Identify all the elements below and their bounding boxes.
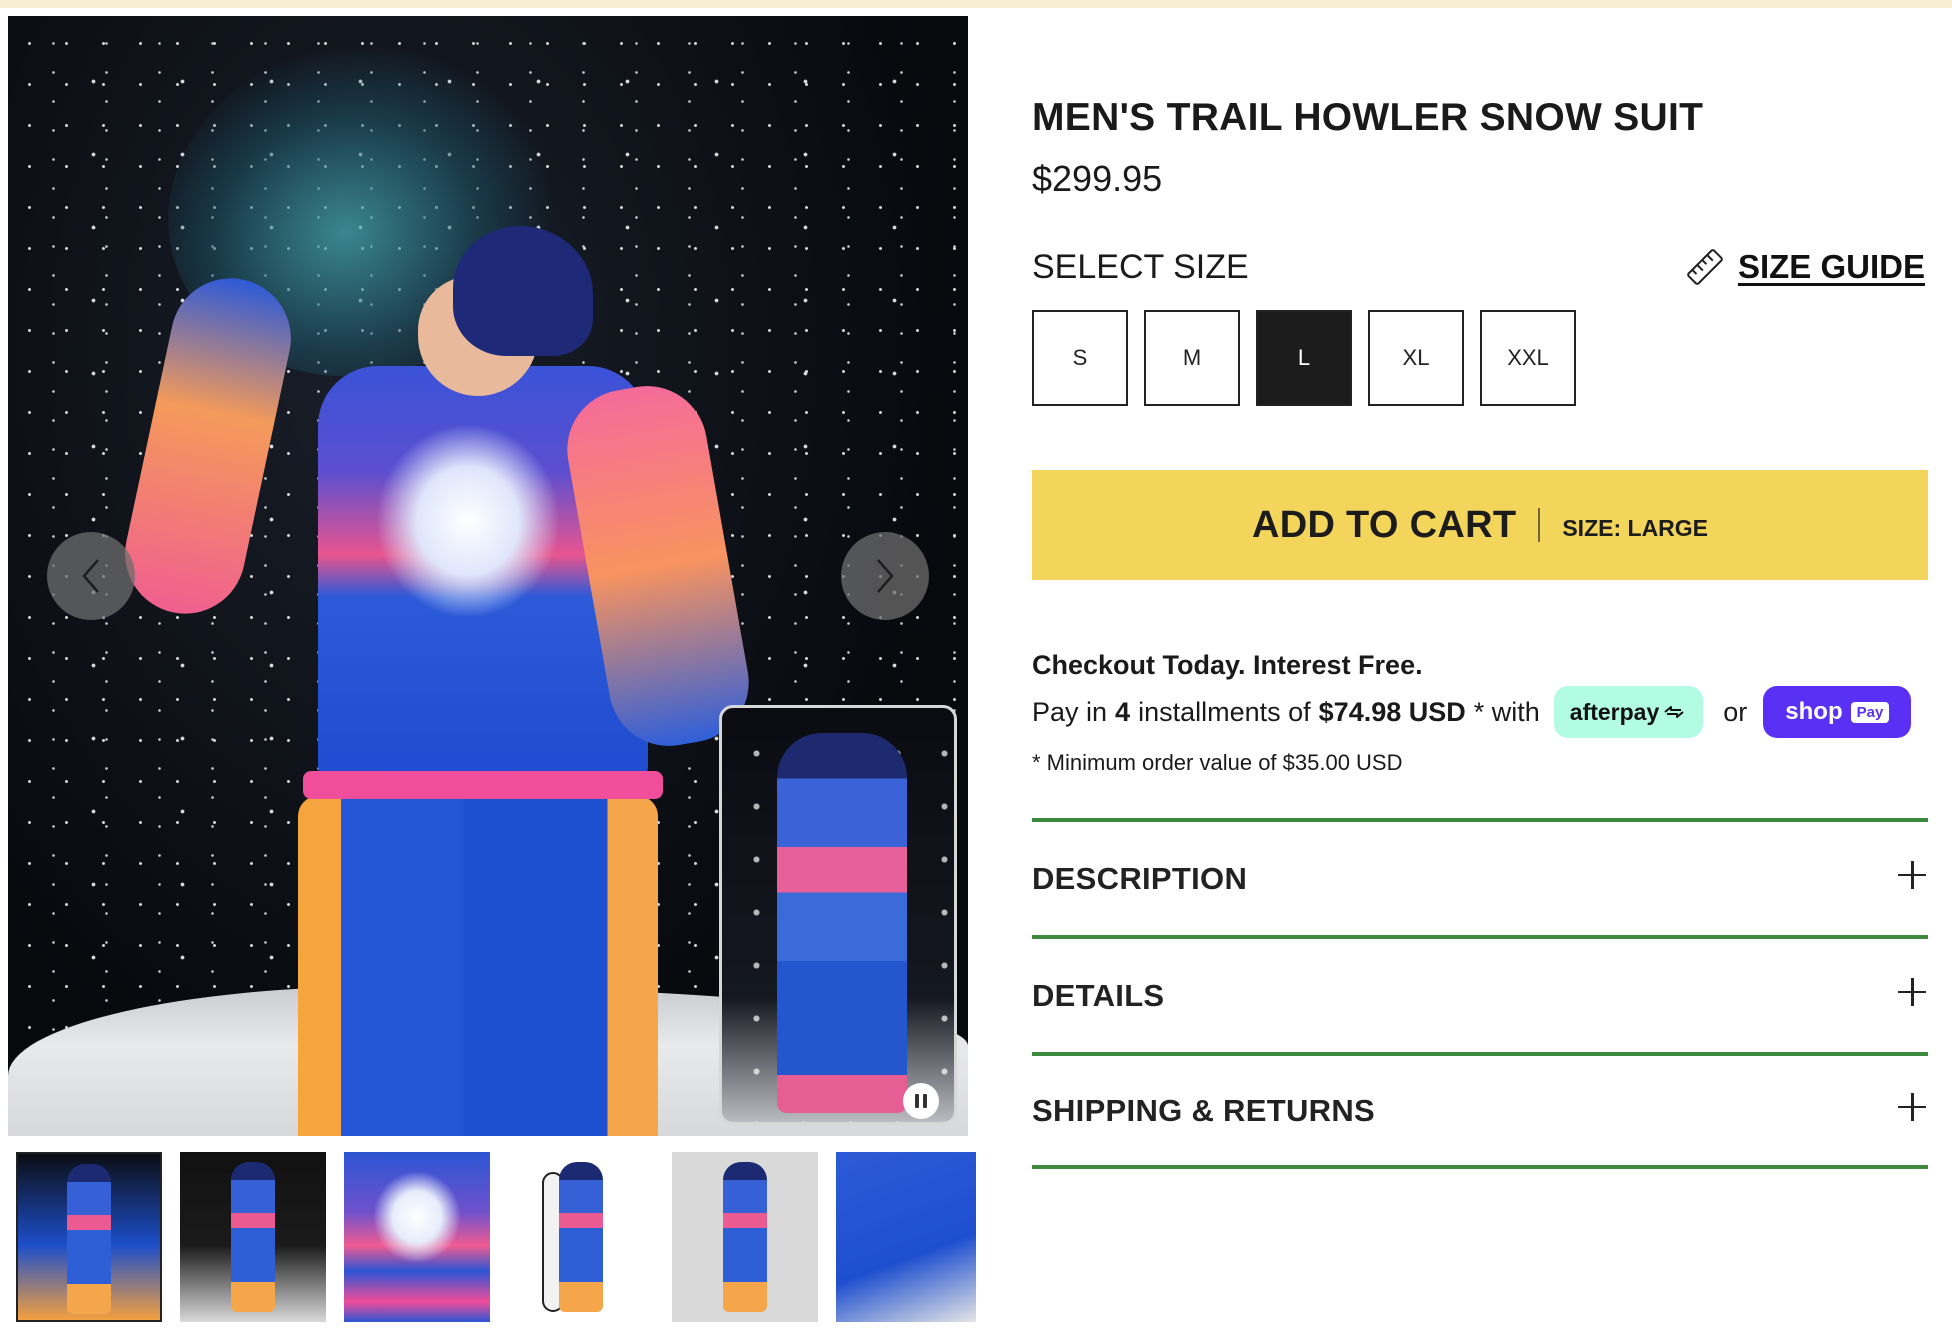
installment-info: Pay in 4 installments of $74.98 USD * wi… bbox=[1032, 684, 1912, 740]
afterpay-label: afterpay bbox=[1569, 698, 1660, 725]
shoppay-pay-pill: Pay bbox=[1850, 701, 1890, 723]
suit-belt bbox=[303, 771, 663, 799]
afterpay-badge[interactable]: afterpay bbox=[1553, 686, 1704, 738]
product-price: $299.95 bbox=[1032, 158, 1163, 199]
product-page: MEN'S TRAIL HOWLER SNOW SUIT $299.95 SEL… bbox=[0, 8, 1952, 1334]
add-to-cart-label: ADD TO CART bbox=[1251, 503, 1517, 546]
plus-icon bbox=[1898, 977, 1926, 1006]
product-video-preview[interactable] bbox=[719, 705, 957, 1125]
size-guide-label: SIZE GUIDE bbox=[1737, 248, 1925, 285]
shoppay-badge[interactable]: shop Pay bbox=[1763, 686, 1912, 738]
gallery-thumbnail[interactable] bbox=[180, 1152, 326, 1322]
payment-or-text: or bbox=[1723, 696, 1748, 727]
installment-count: 4 bbox=[1115, 696, 1131, 727]
plus-icon bbox=[1898, 860, 1926, 889]
accordion-label: DETAILS bbox=[1032, 977, 1165, 1013]
suit-legs bbox=[298, 796, 658, 1136]
thumbnail-figure bbox=[67, 1164, 111, 1314]
pause-icon-bar-left bbox=[915, 1094, 919, 1108]
size-options: S M L XL XXL bbox=[1032, 310, 1576, 406]
afterpay-arrows-icon bbox=[1664, 706, 1684, 718]
product-title: MEN'S TRAIL HOWLER SNOW SUIT bbox=[1032, 96, 1704, 139]
model-beanie bbox=[453, 226, 593, 356]
select-size-label: SELECT SIZE bbox=[1032, 248, 1249, 286]
gallery-prev-button[interactable] bbox=[47, 532, 135, 620]
gallery-thumbnail[interactable] bbox=[672, 1152, 818, 1322]
installment-text-prefix: Pay in bbox=[1032, 696, 1108, 727]
cart-button-divider bbox=[1538, 508, 1541, 542]
model-in-snow-suit bbox=[113, 216, 759, 1136]
size-option-xxl[interactable]: XXL bbox=[1480, 310, 1576, 406]
thumbnail-wolf-closeup bbox=[374, 1172, 460, 1262]
size-guide-link[interactable]: SIZE GUIDE bbox=[1684, 246, 1925, 288]
plus-icon bbox=[1898, 1092, 1926, 1121]
gallery-thumbnail[interactable] bbox=[344, 1152, 490, 1322]
thumbnail-figure bbox=[559, 1162, 603, 1312]
installment-text-suffix: * with bbox=[1473, 696, 1540, 727]
cart-selected-size: SIZE: LARGE bbox=[1562, 514, 1709, 541]
product-info-panel: MEN'S TRAIL HOWLER SNOW SUIT $299.95 SEL… bbox=[1032, 8, 1928, 1334]
size-option-l[interactable]: L bbox=[1256, 310, 1352, 406]
accordion-shipping-returns[interactable]: SHIPPING & RETURNS bbox=[1032, 1052, 1928, 1169]
product-accordion: DESCRIPTION DETAILS SHIPPING & RETURNS bbox=[1032, 818, 1928, 1169]
suit-wolf-print bbox=[378, 426, 558, 616]
thumbnail-figure bbox=[723, 1162, 767, 1312]
installment-text-middle: installments of bbox=[1138, 696, 1311, 727]
chevron-right-icon bbox=[877, 559, 894, 593]
accordion-details[interactable]: DETAILS bbox=[1032, 935, 1928, 1052]
installment-amount: $74.98 USD bbox=[1318, 696, 1466, 727]
size-option-xl[interactable]: XL bbox=[1368, 310, 1464, 406]
add-to-cart-button[interactable]: ADD TO CART SIZE: LARGE bbox=[1032, 470, 1928, 580]
gallery-thumbnail[interactable] bbox=[16, 1152, 162, 1322]
minimum-order-note: * Minimum order value of $35.00 USD bbox=[1032, 750, 1403, 775]
ruler-icon bbox=[1687, 249, 1723, 285]
video-model-figure bbox=[777, 733, 907, 1113]
top-banner-strip bbox=[0, 0, 1952, 8]
gallery-thumbnails bbox=[16, 1152, 976, 1324]
checkout-headline: Checkout Today. Interest Free. bbox=[1032, 650, 1423, 680]
size-option-s[interactable]: S bbox=[1032, 310, 1128, 406]
video-pause-button[interactable] bbox=[903, 1083, 939, 1119]
accordion-label: DESCRIPTION bbox=[1032, 860, 1248, 896]
product-main-image[interactable] bbox=[8, 16, 968, 1136]
gallery-next-button[interactable] bbox=[841, 532, 929, 620]
pause-icon-bar-right bbox=[923, 1094, 927, 1108]
accordion-label: SHIPPING & RETURNS bbox=[1032, 1092, 1375, 1128]
chevron-left-icon bbox=[82, 559, 99, 593]
gallery-thumbnail[interactable] bbox=[508, 1152, 654, 1322]
shoppay-label: shop bbox=[1785, 698, 1843, 725]
thumbnail-figure bbox=[231, 1162, 275, 1312]
gallery-thumbnail[interactable] bbox=[836, 1152, 976, 1322]
accordion-description[interactable]: DESCRIPTION bbox=[1032, 818, 1928, 935]
size-option-m[interactable]: M bbox=[1144, 310, 1240, 406]
